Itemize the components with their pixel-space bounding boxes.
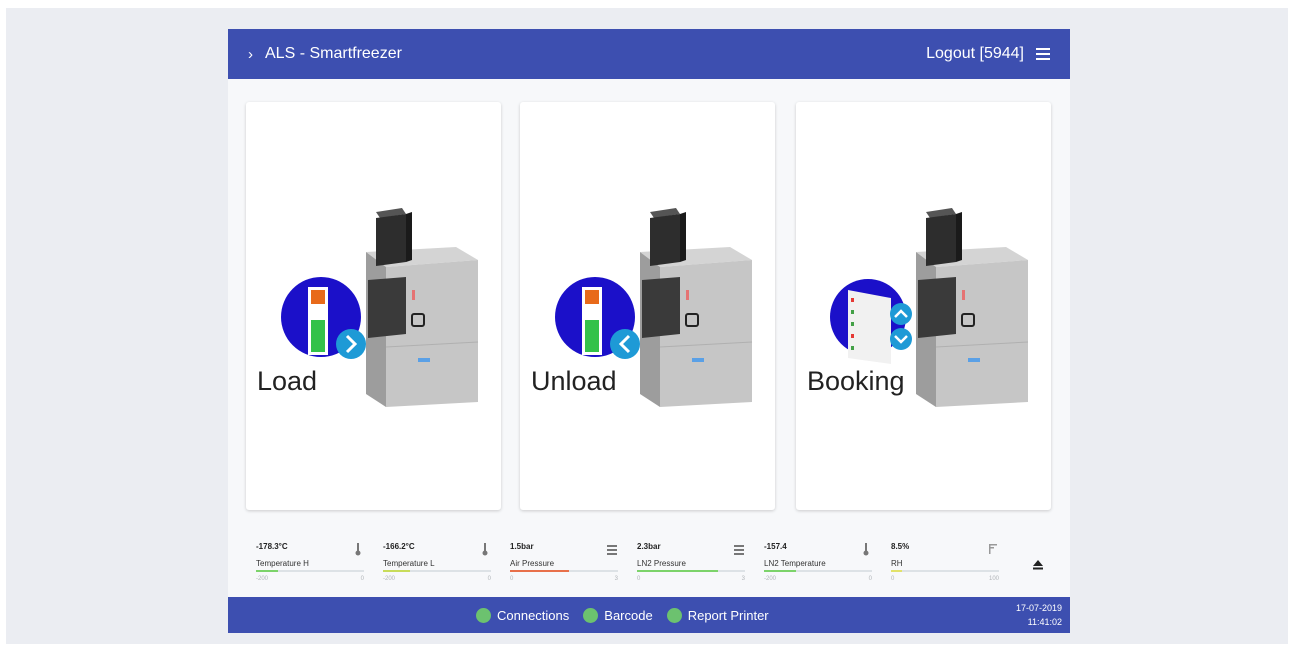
clock: 17-07-2019 11:41:02: [1016, 601, 1062, 629]
date-display: 17-07-2019: [1015, 603, 1062, 613]
status-connections[interactable]: Connections: [476, 607, 570, 623]
gauge-icon: [734, 545, 744, 555]
sensor-bar-fill: [256, 570, 278, 572]
sensor-min: 0: [510, 576, 514, 582]
sensor-name: LN2 Temperature: [764, 559, 826, 568]
unload-illustration: [555, 208, 753, 407]
sensor-bar-fill: [764, 570, 797, 572]
sensor-bar: [637, 570, 745, 572]
sensor-max: 3: [741, 576, 745, 582]
thermometer-icon: [863, 543, 869, 556]
tile-label-unload: Unload: [531, 366, 617, 396]
sensor-value: -178.3°C: [256, 542, 288, 551]
gauge-icon: [607, 545, 617, 555]
sensor-bar: [891, 570, 999, 572]
booking-illustration: [830, 208, 1029, 407]
status-barcode[interactable]: Barcode: [583, 607, 653, 623]
eject-icon[interactable]: [1032, 557, 1044, 571]
sensor-bar: [510, 570, 618, 572]
chevron-left-icon: [610, 329, 640, 359]
action-tiles: Load Unload Booking: [246, 102, 1052, 510]
status-label: Barcode: [604, 607, 653, 623]
expand-chevron-icon[interactable]: ›: [248, 46, 253, 63]
sensor-bar-fill: [891, 570, 902, 572]
freezer-illustration: [366, 208, 479, 407]
sensor-value: 2.3bar: [637, 542, 661, 551]
sensor-ln2-pressure: 2.3bar LN2 Pressure 0 3: [637, 534, 755, 592]
sensor-rh: 8.5% RH 0 100: [891, 534, 1009, 592]
sensor-min: -200: [764, 576, 777, 582]
sensor-max: 0: [487, 576, 491, 582]
sensor-value: 8.5%: [891, 542, 910, 551]
tile-label-load: Load: [257, 366, 318, 396]
logout-button[interactable]: Logout [5944]: [926, 45, 1024, 63]
sensor-temperature-h: -178.3°C Temperature H -200 0: [256, 534, 374, 592]
sensor-name: Air Pressure: [510, 559, 555, 568]
sensor-temperature-l: -166.2°C Temperature L -200 0: [383, 534, 501, 592]
connection-statuses: Connections Barcode Report Printer: [476, 597, 769, 633]
sensor-ln2-temperature: -157.4 LN2 Temperature -200 0: [764, 534, 882, 592]
user-controls: Logout [5944]: [926, 45, 1050, 63]
sensor-air-pressure: 1.5bar Air Pressure 0 3: [510, 534, 628, 592]
sensor-max: 3: [614, 576, 618, 582]
tile-booking[interactable]: Booking: [796, 102, 1051, 510]
sensor-bar-fill: [637, 570, 718, 572]
tile-unload[interactable]: Unload: [520, 102, 775, 510]
sensor-value: -157.4: [764, 542, 787, 551]
sensor-min: -200: [383, 576, 396, 582]
status-label: Report Printer: [687, 607, 769, 623]
menu-icon[interactable]: [1036, 45, 1050, 63]
sensor-max: 0: [868, 576, 872, 582]
sensor-value: 1.5bar: [510, 542, 534, 551]
sensor-name: LN2 Pressure: [637, 559, 686, 568]
chevron-right-icon: [336, 329, 366, 359]
status-dot-icon: [476, 607, 491, 623]
sensor-bar-fill: [510, 570, 570, 572]
sensor-min: 0: [891, 576, 895, 582]
thermometer-icon: [482, 543, 488, 556]
sensor-name: Temperature L: [383, 559, 435, 568]
humidity-icon: [989, 544, 997, 554]
top-bar: › ALS - Smartfreezer Logout [5944]: [228, 29, 1070, 79]
tile-label-booking: Booking: [807, 366, 905, 396]
app-window: › ALS - Smartfreezer Logout [5944] Load …: [228, 29, 1070, 633]
sensor-name: RH: [891, 559, 903, 568]
tile-load[interactable]: Load: [246, 102, 501, 510]
sensor-bar: [383, 570, 491, 572]
load-illustration: [281, 208, 479, 407]
status-label: Connections: [497, 607, 570, 623]
app-title: ALS - Smartfreezer: [265, 45, 402, 62]
sensor-value: -166.2°C: [383, 542, 415, 551]
freezer-illustration: [916, 208, 1029, 407]
sensor-max: 100: [988, 576, 999, 582]
sensor-bar: [764, 570, 872, 572]
status-bar: Connections Barcode Report Printer 17-07…: [228, 597, 1070, 633]
freezer-illustration: [640, 208, 753, 407]
time-display: 11:41:02: [1027, 617, 1062, 627]
thermometer-icon: [355, 543, 361, 556]
sensor-max: 0: [360, 576, 364, 582]
status-dot-icon: [666, 607, 682, 623]
status-dot-icon: [583, 607, 599, 623]
sensor-bar: [256, 570, 364, 572]
status-report-printer[interactable]: Report Printer: [666, 607, 769, 623]
sensor-panel: -178.3°C Temperature H -200 0 -166.2°C T…: [246, 534, 1052, 592]
sensor-name: Temperature H: [256, 559, 309, 568]
sensor-bar-fill: [383, 570, 410, 572]
sensor-min: -200: [256, 576, 269, 582]
title-group: › ALS - Smartfreezer: [248, 45, 402, 63]
sensor-min: 0: [637, 576, 641, 582]
